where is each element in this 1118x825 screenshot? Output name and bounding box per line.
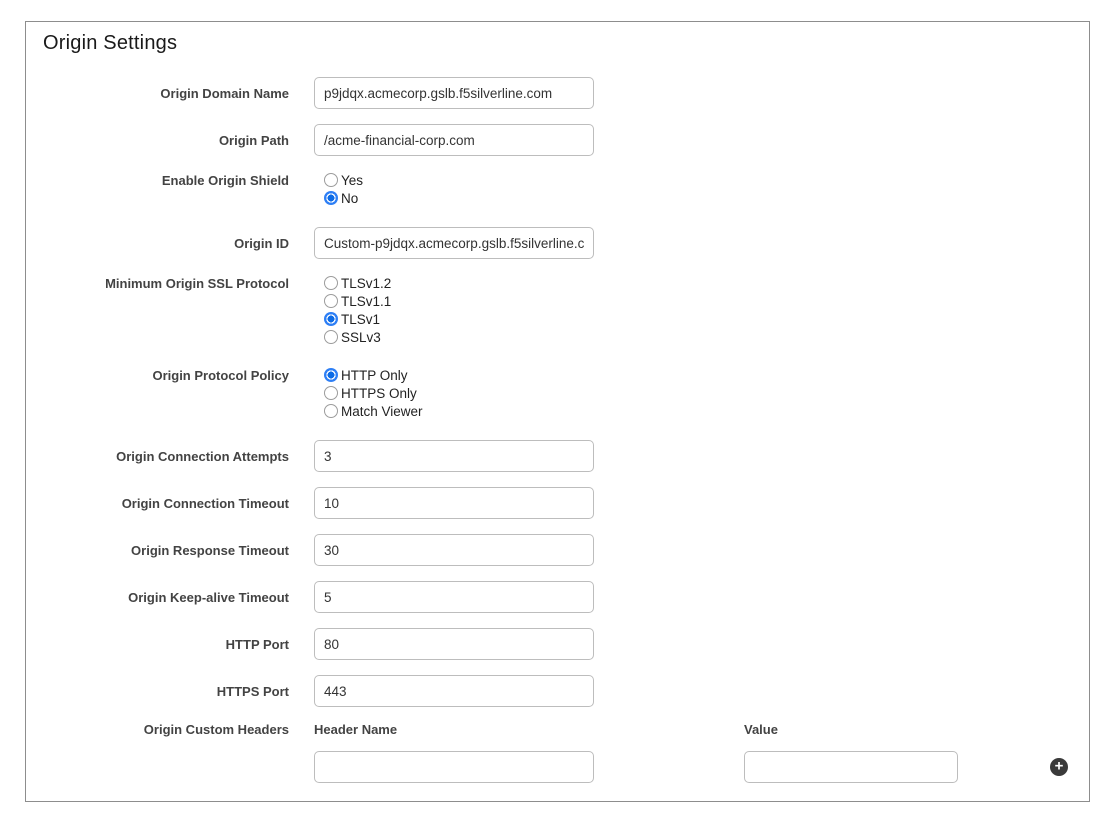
ssl-tlsv1-option[interactable]: TLSv1 (324, 310, 391, 328)
radio-icon[interactable] (324, 312, 338, 326)
origin-shield-no-option[interactable]: No (324, 189, 363, 207)
policy-http-only-option[interactable]: HTTP Only (324, 366, 423, 384)
radio-icon[interactable] (324, 330, 338, 344)
row-origin-id: Origin ID (26, 227, 1089, 259)
origin-path-label: Origin Path (26, 124, 289, 156)
ssl-sslv3-label: SSLv3 (341, 330, 381, 345)
minimum-origin-ssl-protocol-label: Minimum Origin SSL Protocol (26, 274, 289, 346)
row-origin-connection-timeout: Origin Connection Timeout (26, 487, 1089, 519)
origin-keep-alive-timeout-input[interactable] (314, 581, 594, 613)
row-origin-keep-alive-timeout: Origin Keep-alive Timeout (26, 581, 1089, 613)
plus-icon: + (1055, 760, 1064, 774)
https-port-input[interactable] (314, 675, 594, 707)
ssl-tlsv12-label: TLSv1.2 (341, 276, 391, 291)
origin-response-timeout-input[interactable] (314, 534, 594, 566)
custom-header-value-column: Value (744, 722, 958, 783)
policy-https-only-option[interactable]: HTTPS Only (324, 384, 423, 402)
origin-shield-yes-option[interactable]: Yes (324, 171, 363, 189)
radio-icon[interactable] (324, 386, 338, 400)
custom-header-name-input[interactable] (314, 751, 594, 783)
origin-domain-name-input[interactable] (314, 77, 594, 109)
ssl-tlsv11-label: TLSv1.1 (341, 294, 391, 309)
row-http-port: HTTP Port (26, 628, 1089, 660)
origin-keep-alive-timeout-label: Origin Keep-alive Timeout (26, 581, 289, 613)
radio-icon[interactable] (324, 294, 338, 308)
page-title: Origin Settings (43, 32, 1089, 55)
radio-icon[interactable] (324, 276, 338, 290)
custom-header-name-column: Header Name (314, 722, 594, 783)
row-minimum-origin-ssl-protocol: Minimum Origin SSL Protocol TLSv1.2 TLSv… (26, 274, 1089, 346)
policy-http-only-label: HTTP Only (341, 368, 408, 383)
row-origin-response-timeout: Origin Response Timeout (26, 534, 1089, 566)
row-origin-custom-headers: Origin Custom Headers Header Name Value … (26, 722, 1089, 783)
origin-response-timeout-label: Origin Response Timeout (26, 534, 289, 566)
origin-path-input[interactable] (314, 124, 594, 156)
add-custom-header-button[interactable]: + (1050, 758, 1068, 776)
policy-https-only-label: HTTPS Only (341, 386, 417, 401)
ssl-tlsv11-option[interactable]: TLSv1.1 (324, 292, 391, 310)
origin-protocol-policy-label: Origin Protocol Policy (26, 366, 289, 420)
origin-domain-name-label: Origin Domain Name (26, 77, 289, 109)
value-column-heading: Value (744, 722, 958, 737)
row-origin-domain-name: Origin Domain Name (26, 77, 1089, 109)
origin-shield-no-label: No (341, 191, 358, 206)
origin-connection-attempts-input[interactable] (314, 440, 594, 472)
radio-icon[interactable] (324, 173, 338, 187)
ssl-sslv3-option[interactable]: SSLv3 (324, 328, 391, 346)
row-https-port: HTTPS Port (26, 675, 1089, 707)
ssl-tlsv12-option[interactable]: TLSv1.2 (324, 274, 391, 292)
row-origin-connection-attempts: Origin Connection Attempts (26, 440, 1089, 472)
row-enable-origin-shield: Enable Origin Shield Yes No (26, 171, 1089, 207)
row-origin-path: Origin Path (26, 124, 1089, 156)
radio-icon[interactable] (324, 368, 338, 382)
enable-origin-shield-radio-group: Yes No (324, 171, 363, 207)
origin-protocol-policy-radio-group: HTTP Only HTTPS Only Match Viewer (324, 366, 423, 420)
row-origin-protocol-policy: Origin Protocol Policy HTTP Only HTTPS O… (26, 366, 1089, 420)
origin-id-input[interactable] (314, 227, 594, 259)
ssl-tlsv1-label: TLSv1 (341, 312, 380, 327)
origin-custom-headers-label: Origin Custom Headers (26, 722, 289, 783)
header-name-column-heading: Header Name (314, 722, 594, 737)
origin-connection-attempts-label: Origin Connection Attempts (26, 440, 289, 472)
radio-icon[interactable] (324, 404, 338, 418)
custom-headers-area: Header Name Value + (314, 722, 1068, 783)
policy-match-viewer-label: Match Viewer (341, 404, 423, 419)
https-port-label: HTTPS Port (26, 675, 289, 707)
custom-header-value-input[interactable] (744, 751, 958, 783)
origin-shield-yes-label: Yes (341, 173, 363, 188)
http-port-input[interactable] (314, 628, 594, 660)
http-port-label: HTTP Port (26, 628, 289, 660)
min-ssl-protocol-radio-group: TLSv1.2 TLSv1.1 TLSv1 SSLv3 (324, 274, 391, 346)
policy-match-viewer-option[interactable]: Match Viewer (324, 402, 423, 420)
origin-settings-panel: Origin Settings Origin Domain Name Origi… (25, 21, 1090, 802)
radio-icon[interactable] (324, 191, 338, 205)
origin-id-label: Origin ID (26, 227, 289, 259)
enable-origin-shield-label: Enable Origin Shield (26, 171, 289, 207)
origin-connection-timeout-input[interactable] (314, 487, 594, 519)
origin-connection-timeout-label: Origin Connection Timeout (26, 487, 289, 519)
